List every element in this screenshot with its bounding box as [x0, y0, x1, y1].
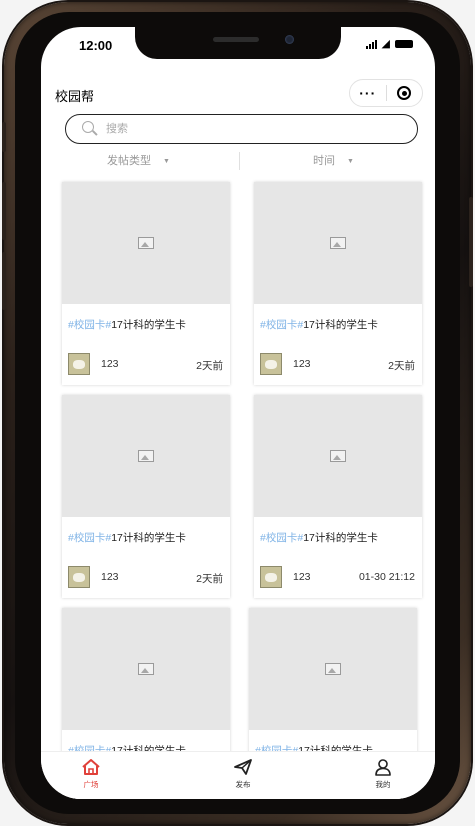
mini-program-capsule: ···: [349, 79, 423, 107]
post-card[interactable]: #校园卡#17计科的学生卡 123 2天前: [62, 182, 230, 385]
avatar[interactable]: [68, 353, 90, 375]
post-meta: 123 01-30 21:12: [260, 566, 415, 588]
volume-up-button: [2, 182, 6, 240]
post-meta: 123 2天前: [68, 566, 223, 588]
avatar[interactable]: [68, 566, 90, 588]
post-meta: 123 2天前: [260, 353, 415, 375]
status-icons: ◢: [365, 38, 413, 50]
image-placeholder-icon: [330, 237, 346, 249]
post-text: 17计科的学生卡: [111, 532, 186, 544]
post-meta: 123 2天前: [68, 353, 223, 375]
mute-switch: [2, 122, 6, 152]
post-image: [249, 608, 417, 730]
filter-post-type-label: 发帖类型: [107, 155, 151, 167]
image-placeholder-icon: [325, 663, 341, 675]
post-title: #校园卡#17计科的学生卡: [68, 317, 186, 332]
post-text: 17计科的学生卡: [303, 319, 378, 331]
post-time: 2天前: [196, 360, 223, 372]
power-button: [469, 197, 473, 287]
search-input[interactable]: [104, 122, 388, 136]
post-user: 123: [293, 571, 311, 583]
image-placeholder-icon: [138, 237, 154, 249]
post-card[interactable]: #校园卡#17计科的学生卡 123 01-30 21:12: [254, 395, 422, 598]
screen: 12:00 ◢ 校园帮 ··· 发帖类型▼ 时间▼ #校园卡#17计科的学生卡: [41, 27, 435, 799]
avatar[interactable]: [260, 353, 282, 375]
image-placeholder-icon: [138, 450, 154, 462]
post-image: [62, 395, 230, 517]
filter-divider: [239, 152, 240, 170]
post-image: [254, 395, 422, 517]
tab-mine-label: 我的: [375, 780, 391, 789]
post-time: 01-30 21:12: [358, 571, 415, 583]
filter-time-label: 时间: [313, 155, 335, 167]
post-time: 2天前: [196, 573, 223, 585]
filter-time[interactable]: 时间 ▼: [313, 152, 354, 168]
search-bar[interactable]: [65, 114, 418, 144]
caret-down-icon: ▼: [347, 157, 354, 165]
post-title: #校园卡#17计科的学生卡: [260, 530, 378, 545]
filter-bar: 发帖类型 ▼ 时间 ▼: [41, 150, 435, 172]
post-time: 2天前: [388, 360, 415, 372]
image-placeholder-icon: [330, 450, 346, 462]
post-user: 123: [293, 358, 311, 370]
image-placeholder-icon: [138, 663, 154, 675]
battery-icon: [395, 40, 413, 48]
tab-bar: 广场 发布 我的: [41, 751, 435, 799]
post-user: 123: [101, 571, 119, 583]
tab-square-label: 广场: [83, 780, 99, 789]
tab-publish-label: 发布: [235, 780, 251, 789]
post-card[interactable]: #校园卡#17计科的学生卡 123 2天前: [254, 182, 422, 385]
home-icon: [82, 759, 100, 775]
post-text: 17计科的学生卡: [303, 532, 378, 544]
avatar[interactable]: [260, 566, 282, 588]
caret-down-icon: ▼: [163, 157, 170, 165]
target-icon: [397, 86, 412, 100]
status-time: 12:00: [79, 38, 113, 53]
close-button[interactable]: [386, 86, 422, 100]
send-icon: [234, 759, 252, 775]
tab-square[interactable]: 广场: [61, 758, 121, 790]
post-user: 123: [101, 358, 119, 370]
speaker: [213, 37, 259, 42]
search-icon: [82, 121, 98, 137]
post-tag[interactable]: #校园卡#: [260, 319, 303, 331]
wifi-icon: ◢: [381, 38, 390, 50]
post-tag[interactable]: #校园卡#: [260, 532, 303, 544]
post-tag[interactable]: #校园卡#: [68, 319, 111, 331]
user-icon: [375, 759, 391, 776]
more-button[interactable]: ···: [350, 85, 386, 101]
post-tag[interactable]: #校园卡#: [68, 532, 111, 544]
volume-down-button: [2, 252, 6, 310]
front-camera: [285, 35, 294, 44]
post-title: #校园卡#17计科的学生卡: [68, 530, 186, 545]
post-card[interactable]: #校园卡#17计科的学生卡 123 2天前: [62, 395, 230, 598]
page-title: 校园帮: [55, 89, 95, 104]
post-image: [62, 608, 230, 730]
tab-mine[interactable]: 我的: [353, 758, 413, 790]
signal-icon: [365, 39, 377, 49]
post-title: #校园卡#17计科的学生卡: [260, 317, 378, 332]
notch: [135, 27, 341, 59]
post-image: [254, 182, 422, 304]
post-text: 17计科的学生卡: [111, 319, 186, 331]
post-image: [62, 182, 230, 304]
tab-publish[interactable]: 发布: [213, 758, 273, 790]
filter-post-type[interactable]: 发帖类型 ▼: [107, 152, 170, 168]
